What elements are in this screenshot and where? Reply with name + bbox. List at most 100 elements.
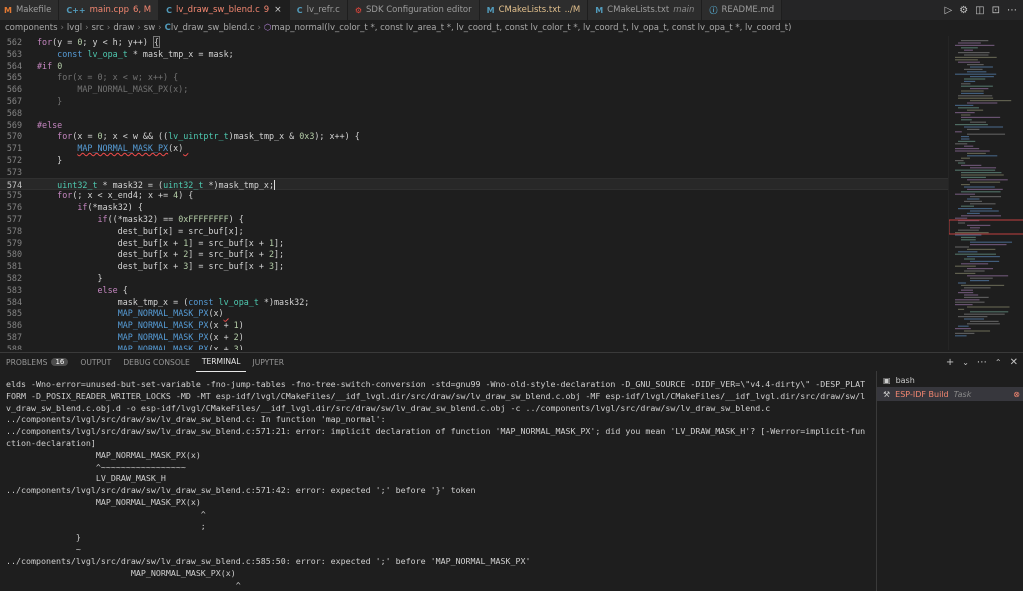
add-terminal-icon[interactable]: + [946, 357, 954, 368]
breadcrumb-item[interactable]: components [5, 23, 58, 33]
terminal-line: MAP_NORMAL_MASK_PX(x) [6, 497, 201, 507]
code-line[interactable]: 564 #if 0 [0, 60, 948, 72]
breadcrumb-item[interactable]: sw [144, 23, 155, 33]
line-number: 572 [6, 155, 22, 165]
tab-description: main [673, 5, 695, 15]
code-line[interactable]: 578 dest_buf[x] = src_buf[x]; [0, 225, 948, 237]
tab-status: 6, M [133, 5, 152, 15]
code-line[interactable]: 581 dest_buf[x + 3] = src_buf[x + 3]; [0, 260, 948, 272]
terminal-line: ^ [6, 579, 241, 590]
chevron-down-icon[interactable]: ⌄ [962, 358, 969, 367]
code-line[interactable]: 586 MAP_NORMAL_MASK_PX(x + 1) [0, 319, 948, 331]
code-line[interactable]: 574 uint32_t * mask32 = (uint32_t *)mask… [0, 177, 948, 190]
code-line[interactable]: 575 for(; x < x_end4; x += 4) { [0, 189, 948, 201]
panel-tab[interactable]: JUPYTER [246, 353, 290, 372]
code-line[interactable]: 565 for(x = 0; x < w; x++) { [0, 71, 948, 83]
ellipsis-icon[interactable]: ⋯ [977, 357, 987, 368]
editor-tab[interactable]: M CMakeLists.txt main [588, 0, 703, 20]
breadcrumb-item[interactable]: src [91, 23, 103, 33]
code-line[interactable]: 583 else { [0, 284, 948, 296]
editor-tab[interactable]: ⓘ README.md [702, 0, 783, 20]
terminal-line: ../components/lvgl/src/draw/sw/lv_draw_s… [6, 414, 386, 425]
chevron-up-icon[interactable]: ⌃ [995, 358, 1002, 367]
line-number: 567 [6, 96, 22, 106]
code-line[interactable]: 576 if(*mask32) { [0, 201, 948, 213]
editor-tab[interactable]: Clv_refr.c [289, 0, 348, 20]
code-text: #else [37, 119, 63, 130]
panel-tab-label: PROBLEMS [6, 357, 48, 367]
terminal-line: ^~~~~~~~~~~~~~~~~~ [6, 461, 186, 472]
error-icon[interactable]: ⊗ [1013, 390, 1020, 399]
code-line[interactable]: 567 } [0, 95, 948, 107]
breadcrumb-item[interactable]: lvgl [67, 23, 82, 33]
code-line[interactable]: 571 MAP_NORMAL_MASK_PX(x) [0, 142, 948, 154]
editor-tab[interactable]: M Makefile [0, 0, 60, 20]
code-line[interactable]: 573 [0, 166, 948, 178]
split-editor-icon[interactable]: ◫ [975, 5, 984, 16]
breadcrumb-item[interactable]: map_normal(lv_color_t *, const lv_area_t… [271, 23, 791, 33]
chevron-right-icon: › [137, 23, 141, 33]
terminal-instance[interactable]: ▣ bash [877, 373, 1023, 387]
code-line[interactable]: 584 mask_tmp_x = (const lv_opa_t *)mask3… [0, 296, 948, 308]
line-number: 565 [6, 72, 22, 83]
panel-tab[interactable]: PROBLEMS 16 [0, 353, 74, 372]
code-line[interactable]: 566 MAP_NORMAL_MASK_PX(x); [0, 83, 948, 95]
code-line[interactable]: 582 } [0, 272, 948, 284]
close-icon[interactable]: ✕ [1010, 357, 1018, 368]
editor-actions: ▷ ⚙ ◫ ⊡ ⋯ [944, 0, 1017, 20]
code-text: dest_buf[x + 3] = src_buf[x + 3]; [37, 261, 285, 272]
line-number: 568 [6, 107, 22, 118]
terminal-output[interactable]: elds -Wno-error=unused-but-set-variable … [0, 376, 876, 591]
terminal-instance[interactable]: ⚒ ESP-IDF Build Task ⊗ [877, 387, 1023, 401]
code-line[interactable]: 587 MAP_NORMAL_MASK_PX(x + 2) [0, 331, 948, 343]
line-number: 580 [6, 249, 22, 260]
code-editor[interactable]: 562 for(y = 0; y < h; y++) {563 const lv_… [0, 36, 948, 350]
breadcrumb-item[interactable]: draw [113, 23, 134, 33]
more-icon[interactable]: ⋯ [1007, 5, 1017, 16]
line-number: 562 [6, 37, 22, 47]
run-icon[interactable]: ▷ [944, 5, 952, 16]
line-number: 585 [6, 308, 22, 319]
panel-tab[interactable]: OUTPUT [74, 353, 117, 372]
layout-icon[interactable]: ⊡ [992, 5, 1000, 16]
close-icon[interactable]: × [274, 5, 282, 15]
panel-tab[interactable]: TERMINAL [195, 353, 247, 372]
code-line[interactable]: 570 for(x = 0; x < w && ((lv_uintptr_t)m… [0, 130, 948, 142]
panel-tab-label: TERMINAL [201, 357, 241, 366]
breadcrumb-item[interactable]: lv_draw_sw_blend.c [171, 23, 255, 33]
terminal-line: LV_DRAW_MASK_H [6, 473, 166, 484]
code-text: dest_buf[x + 1] = src_buf[x + 1]; [37, 237, 285, 248]
tab-label: main.cpp [89, 5, 129, 15]
code-text: } [37, 96, 63, 106]
editor-tab[interactable]: M CMakeLists.txt ../M [479, 0, 589, 20]
line-number: 587 [6, 332, 22, 342]
editor-tab[interactable]: ⚙ SDK Configuration editor [347, 0, 480, 20]
gear-icon[interactable]: ⚙ [959, 5, 968, 16]
terminal-line: ../components/lvgl/src/draw/sw/lv_draw_s… [6, 485, 476, 496]
code-text: if(*mask32) { [77, 202, 143, 213]
line-number: 579 [6, 237, 22, 248]
terminal-line: v_draw_sw_blend.c.obj.d -o esp-idf/lvgl/… [6, 402, 771, 413]
panel-tab[interactable]: DEBUG CONSOLE [117, 353, 196, 372]
code-line[interactable]: 588 MAP_NORMAL_MASK_PX(x + 3) [0, 343, 948, 350]
code-line[interactable]: 580 dest_buf[x + 2] = src_buf[x + 2]; [0, 248, 948, 260]
code-line[interactable]: 585 MAP_NORMAL_MASK_PX(x) [0, 307, 948, 319]
code-line[interactable]: 562 for(y = 0; y < h; y++) { [0, 36, 948, 48]
editor-tab[interactable]: Clv_draw_sw_blend.c 9 × [159, 0, 290, 20]
line-number: 573 [6, 166, 22, 177]
code-line[interactable]: 577 if((*mask32) == 0xFFFFFFFF) { [0, 213, 948, 225]
code-line[interactable]: 572 } [0, 154, 948, 166]
file-type-icon: M [4, 5, 12, 15]
editor-tab[interactable]: C++ main.cpp 6, M [59, 0, 160, 20]
code-text: dest_buf[x] = src_buf[x]; [37, 225, 244, 236]
code-text: mask_tmp_x = (const lv_opa_t *)mask32; [37, 296, 310, 307]
code-text: MAP_NORMAL_MASK_PX(x + 3) [117, 343, 244, 350]
code-line[interactable]: 579 dest_buf[x + 1] = src_buf[x + 1]; [0, 237, 948, 249]
file-type-icon: C [296, 5, 303, 15]
code-line[interactable]: 568 [0, 107, 948, 119]
code-line[interactable]: 563 const lv_opa_t * mask_tmp_x = mask; [0, 48, 948, 60]
code-line[interactable]: 569 #else [0, 119, 948, 131]
minimap[interactable] [948, 36, 1023, 350]
line-number: 581 [6, 261, 22, 272]
code-text: for(x = 0; x < w && ((lv_uintptr_t)mask_… [57, 131, 360, 142]
